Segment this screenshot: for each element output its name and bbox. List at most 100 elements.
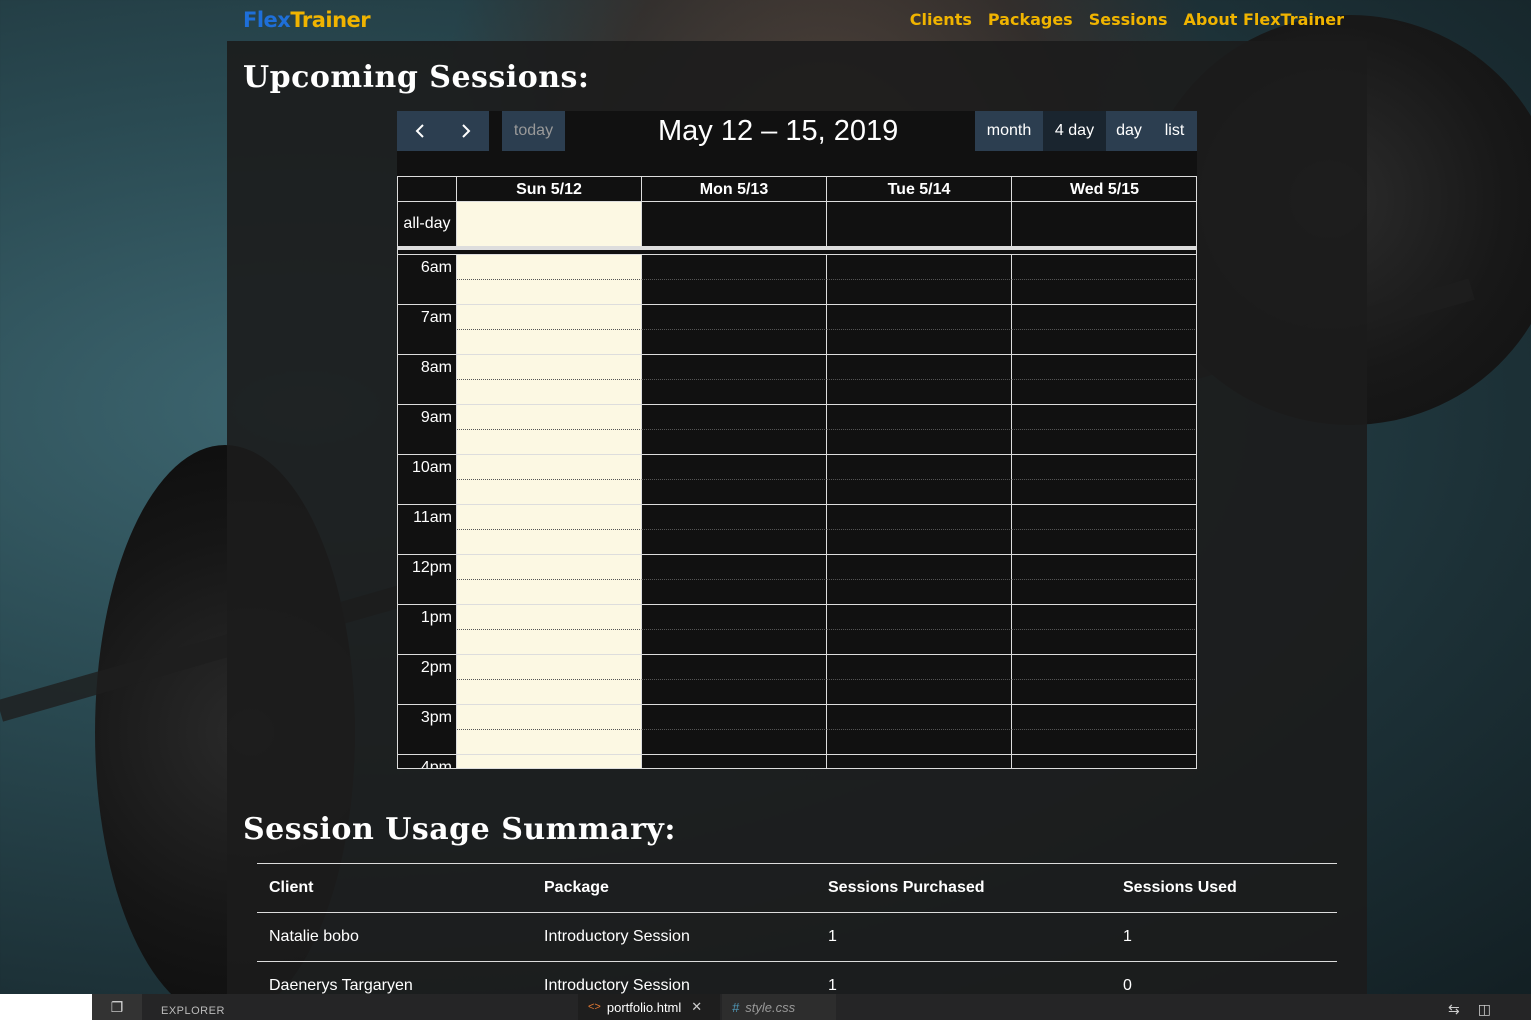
view-4day-button[interactable]: 4 day (1043, 111, 1106, 151)
next-button[interactable] (443, 111, 489, 151)
time-slot-cell-wed[interactable] (1012, 729, 1196, 754)
time-slot-cell-wed[interactable] (1012, 654, 1196, 679)
time-slot-cell-tue[interactable] (827, 454, 1012, 479)
time-slot-cell-sun[interactable] (457, 529, 642, 554)
time-slot-cell-tue[interactable] (827, 679, 1012, 704)
time-slot-cell-tue[interactable] (827, 754, 1012, 768)
time-slot-cell-tue[interactable] (827, 729, 1012, 754)
time-slot-cell-tue[interactable] (827, 629, 1012, 654)
time-slot-cell-mon[interactable] (642, 554, 827, 579)
time-slot-cell-mon[interactable] (642, 379, 827, 404)
time-slot-cell-tue[interactable] (827, 654, 1012, 679)
time-slot-cell-sun[interactable] (457, 679, 642, 704)
time-slot-cell-tue[interactable] (827, 554, 1012, 579)
editor-tab-style-css[interactable]: # style.css (722, 994, 836, 1020)
time-slot-cell-wed[interactable] (1012, 604, 1196, 629)
time-slot-cell-sun[interactable] (457, 429, 642, 454)
time-slot-cell-wed[interactable] (1012, 504, 1196, 529)
time-slot-cell-sun[interactable] (457, 704, 642, 729)
time-slot-cell-mon[interactable] (642, 404, 827, 429)
time-slot-cell-mon[interactable] (642, 579, 827, 604)
time-slot-cell-sun[interactable] (457, 579, 642, 604)
time-slot-cell-mon[interactable] (642, 754, 827, 768)
time-slot-cell-sun[interactable] (457, 354, 642, 379)
time-slot-cell-mon[interactable] (642, 504, 827, 529)
time-slot-cell-wed[interactable] (1012, 379, 1196, 404)
time-slot-cell-tue[interactable] (827, 404, 1012, 429)
time-slot-cell-tue[interactable] (827, 304, 1012, 329)
time-slot-cell-sun[interactable] (457, 404, 642, 429)
time-slot-cell-tue[interactable] (827, 279, 1012, 304)
time-slot-cell-tue[interactable] (827, 354, 1012, 379)
time-slot-cell-wed[interactable] (1012, 404, 1196, 429)
nav-link-sessions[interactable]: Sessions (1089, 10, 1168, 29)
time-slot-cell-sun[interactable] (457, 304, 642, 329)
time-slot-cell-tue[interactable] (827, 529, 1012, 554)
nav-link-about[interactable]: About FlexTrainer (1184, 10, 1344, 29)
day-header-sun[interactable]: Sun 5/12 (457, 177, 642, 201)
time-slot-cell-sun[interactable] (457, 754, 642, 768)
time-slot-cell-mon[interactable] (642, 679, 827, 704)
time-slot-cell-sun[interactable] (457, 604, 642, 629)
time-slot-cell-mon[interactable] (642, 629, 827, 654)
time-slot-cell-tue[interactable] (827, 479, 1012, 504)
time-slot-cell-sun[interactable] (457, 654, 642, 679)
prev-button[interactable] (397, 111, 443, 151)
time-slot-cell-wed[interactable] (1012, 429, 1196, 454)
time-slot-cell-mon[interactable] (642, 704, 827, 729)
nav-link-packages[interactable]: Packages (988, 10, 1073, 29)
day-header-tue[interactable]: Tue 5/14 (827, 177, 1012, 201)
time-slot-cell-wed[interactable] (1012, 254, 1196, 279)
time-slot-cell-tue[interactable] (827, 329, 1012, 354)
time-slot-cell-tue[interactable] (827, 579, 1012, 604)
time-slot-cell-wed[interactable] (1012, 354, 1196, 379)
time-slot-cell-mon[interactable] (642, 729, 827, 754)
time-slot-cell-tue[interactable] (827, 604, 1012, 629)
time-slot-cell-mon[interactable] (642, 304, 827, 329)
allday-cell-mon[interactable] (642, 202, 827, 246)
time-slot-cell-wed[interactable] (1012, 579, 1196, 604)
day-header-mon[interactable]: Mon 5/13 (642, 177, 827, 201)
time-slot-cell-mon[interactable] (642, 329, 827, 354)
day-header-wed[interactable]: Wed 5/15 (1012, 177, 1196, 201)
view-list-button[interactable]: list (1152, 111, 1197, 151)
time-slot-cell-wed[interactable] (1012, 304, 1196, 329)
allday-cell-tue[interactable] (827, 202, 1012, 246)
time-slot-cell-sun[interactable] (457, 504, 642, 529)
time-slot-cell-wed[interactable] (1012, 679, 1196, 704)
time-slot-cell-sun[interactable] (457, 329, 642, 354)
time-slot-cell-wed[interactable] (1012, 329, 1196, 354)
compare-icon[interactable]: ⇆ (1448, 1001, 1460, 1018)
allday-cell-wed[interactable] (1012, 202, 1196, 246)
time-slot-cell-mon[interactable] (642, 279, 827, 304)
time-slot-cell-wed[interactable] (1012, 754, 1196, 768)
time-slot-cell-sun[interactable] (457, 254, 642, 279)
time-slot-cell-mon[interactable] (642, 454, 827, 479)
files-icon[interactable]: ❐ (92, 994, 142, 1020)
time-slot-cell-wed[interactable] (1012, 479, 1196, 504)
time-slot-cell-mon[interactable] (642, 354, 827, 379)
allday-cell-sun[interactable] (457, 202, 642, 246)
time-slot-cell-sun[interactable] (457, 479, 642, 504)
time-slot-cell-mon[interactable] (642, 429, 827, 454)
time-slot-cell-mon[interactable] (642, 604, 827, 629)
time-slot-cell-wed[interactable] (1012, 279, 1196, 304)
time-slot-cell-tue[interactable] (827, 379, 1012, 404)
time-slot-cell-tue[interactable] (827, 504, 1012, 529)
time-slot-cell-sun[interactable] (457, 554, 642, 579)
time-slot-cell-mon[interactable] (642, 654, 827, 679)
brand-logo[interactable]: FlexTrainer (243, 8, 371, 32)
nav-link-clients[interactable]: Clients (910, 10, 972, 29)
editor-tab-portfolio-html[interactable]: <> portfolio.html ✕ (578, 994, 720, 1020)
close-icon[interactable]: ✕ (691, 999, 702, 1015)
time-slot-cell-tue[interactable] (827, 704, 1012, 729)
today-button[interactable]: today (502, 111, 565, 151)
time-slot-cell-wed[interactable] (1012, 529, 1196, 554)
time-slot-cell-mon[interactable] (642, 254, 827, 279)
time-slot-cell-sun[interactable] (457, 454, 642, 479)
view-month-button[interactable]: month (975, 111, 1043, 151)
time-slot-cell-wed[interactable] (1012, 454, 1196, 479)
time-slot-cell-wed[interactable] (1012, 629, 1196, 654)
time-slot-cell-tue[interactable] (827, 429, 1012, 454)
time-slot-cell-mon[interactable] (642, 479, 827, 504)
